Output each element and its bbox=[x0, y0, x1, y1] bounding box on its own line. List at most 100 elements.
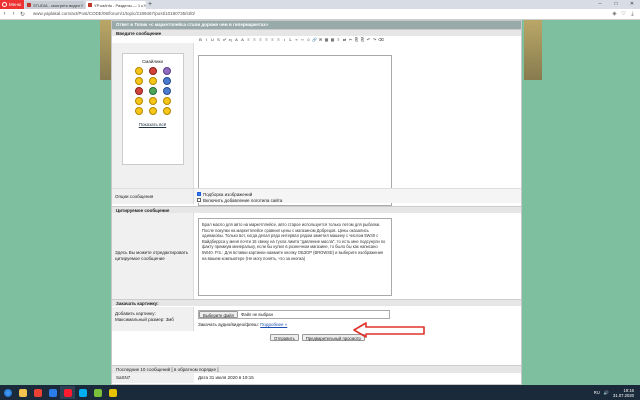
smiley-icon[interactable] bbox=[162, 77, 171, 85]
show-all-smilies-link[interactable]: Показать всё bbox=[139, 122, 166, 127]
taskbar-app-button[interactable] bbox=[105, 386, 120, 399]
url-field[interactable]: www.yaplakal.com/act/Post/CODE/06/forum/… bbox=[30, 10, 608, 18]
app-icon bbox=[93, 388, 102, 397]
smiley-icon[interactable] bbox=[148, 107, 157, 115]
taskbar-app-button[interactable] bbox=[90, 386, 105, 399]
editor-toolbar-button[interactable]: ↶ bbox=[366, 37, 371, 42]
reload-icon[interactable]: ↻ bbox=[18, 11, 27, 18]
editor-toolbar-button[interactable]: ☺ bbox=[306, 37, 311, 42]
editor-toolbar-button[interactable]: x² bbox=[222, 37, 227, 42]
editor-toolbar-button[interactable]: ⎘ bbox=[354, 37, 359, 42]
tab-favicon-icon bbox=[88, 3, 92, 7]
editor-toolbar-button[interactable]: ⎘ bbox=[360, 37, 365, 42]
menu-label: Меню bbox=[9, 2, 22, 7]
taskbar-app-button[interactable] bbox=[60, 386, 75, 399]
browser-tab-active[interactable]: YP.ua/info - Разделы — 1 с ✕ bbox=[86, 1, 146, 9]
editor-toolbar-button[interactable]: ⇄ bbox=[342, 37, 347, 42]
editor-toolbar-button[interactable]: ‹› bbox=[300, 37, 305, 42]
bookmark-heart-icon[interactable]: ♡ bbox=[620, 11, 627, 18]
editor-toolbar-button[interactable]: ⌫ bbox=[378, 37, 384, 42]
smiley-icon[interactable] bbox=[162, 67, 171, 75]
upload-media-more-link[interactable]: Подробнее » bbox=[260, 322, 287, 327]
editor-toolbar-button[interactable]: ▦ bbox=[330, 37, 335, 42]
editor-toolbar-button[interactable]: A bbox=[234, 37, 239, 42]
editor-toolbar-button[interactable]: B bbox=[198, 37, 203, 42]
submit-button[interactable]: Отправить bbox=[270, 334, 299, 341]
editor-toolbar-button[interactable]: ✉ bbox=[318, 37, 323, 42]
editor-toolbar-button[interactable]: S bbox=[216, 37, 221, 42]
smiley-icon[interactable] bbox=[162, 87, 171, 95]
smiley-icon[interactable] bbox=[134, 67, 143, 75]
smiley-icon[interactable] bbox=[148, 87, 157, 95]
editor-toolbar-button[interactable]: ≡ bbox=[246, 37, 251, 42]
volume-icon[interactable]: 🔊 bbox=[604, 390, 609, 396]
system-tray: RU 🔊 19:16 31.07.2020 bbox=[594, 388, 640, 398]
browser-menu-button[interactable]: Меню bbox=[0, 0, 24, 9]
editor-toolbar-button[interactable]: ≡ bbox=[264, 37, 269, 42]
editor-toolbar-button[interactable]: ≡ bbox=[270, 37, 275, 42]
recent-user[interactable]: SaSN7 bbox=[112, 373, 194, 383]
editor-toolbar-button[interactable]: ≡ bbox=[258, 37, 263, 42]
preview-button[interactable]: Предварительный просмотр bbox=[301, 334, 365, 341]
form-buttons: Отправить Предварительный просмотр bbox=[270, 334, 365, 341]
forward-icon[interactable]: › bbox=[9, 11, 18, 17]
new-tab-button[interactable]: + bbox=[146, 1, 154, 9]
options-row: Опции сообщения Подборка изображений Вкл… bbox=[112, 188, 521, 204]
editor-toolbar-button[interactable]: ▦ bbox=[324, 37, 329, 42]
checkbox-unchecked-icon[interactable] bbox=[197, 198, 201, 202]
taskbar: RU 🔊 19:16 31.07.2020 bbox=[0, 385, 640, 400]
smiley-icon[interactable] bbox=[162, 107, 171, 115]
smiley-icon[interactable] bbox=[148, 67, 157, 75]
clock[interactable]: 19:16 31.07.2020 bbox=[613, 388, 634, 398]
smilies-column: Смайлики Показать всё bbox=[112, 43, 194, 188]
browser-tab[interactable]: STUDIA - смотреть видео ✕ bbox=[25, 1, 85, 9]
taskbar-app-button[interactable] bbox=[45, 386, 60, 399]
file-input[interactable]: Выберите файл Файл не выбран bbox=[198, 310, 390, 319]
quote-textarea[interactable]: Брал масло для авто на маркетплейсе, авт… bbox=[198, 218, 392, 296]
smiley-icon[interactable] bbox=[134, 87, 143, 95]
editor-toolbar-button[interactable]: ≡ bbox=[252, 37, 257, 42]
smiley-icon[interactable] bbox=[134, 107, 143, 115]
editor-toolbar-button[interactable]: A bbox=[240, 37, 245, 42]
taskbar-app-button[interactable] bbox=[75, 386, 90, 399]
editor-toolbar-button[interactable]: x₂ bbox=[228, 37, 233, 42]
opera-logo-icon bbox=[2, 2, 7, 7]
close-window-button[interactable]: ✕ bbox=[624, 0, 640, 9]
language-indicator[interactable]: RU bbox=[594, 390, 600, 395]
message-textarea[interactable] bbox=[198, 55, 392, 206]
smiley-icon[interactable] bbox=[134, 97, 143, 105]
taskbar-app-button[interactable] bbox=[30, 386, 45, 399]
close-tab-icon[interactable]: ✕ bbox=[80, 3, 83, 8]
editor-toolbar-button[interactable]: • bbox=[282, 37, 287, 42]
editor-toolbar-button[interactable]: U bbox=[210, 37, 215, 42]
smiley-icon[interactable] bbox=[134, 77, 143, 85]
smiley-icon[interactable] bbox=[148, 97, 157, 105]
smiley-icon[interactable] bbox=[162, 97, 171, 105]
clock-date: 31.07.2020 bbox=[613, 392, 634, 398]
opera-icon bbox=[63, 388, 72, 397]
taskbar-app-button[interactable] bbox=[15, 386, 30, 399]
back-icon[interactable]: ‹ bbox=[0, 11, 9, 17]
smilies-title: Смайлики bbox=[142, 59, 163, 64]
editor-toolbar-button[interactable]: ≡ bbox=[276, 37, 281, 42]
editor-toolbar-button[interactable]: ≡ bbox=[336, 37, 341, 42]
editor-toolbar-button[interactable]: ✂ bbox=[348, 37, 353, 42]
download-icon[interactable]: ⤓ bbox=[629, 11, 636, 18]
shield-icon[interactable]: ◈ bbox=[611, 11, 618, 18]
editor-toolbar-button[interactable]: ↷ bbox=[372, 37, 377, 42]
no-file-text: Файл не выбран bbox=[241, 312, 273, 317]
option-site-logo[interactable]: Включить добавление логотипа сайта bbox=[197, 197, 518, 203]
maximize-button[interactable]: □ bbox=[608, 0, 624, 9]
address-bar: ‹ › ↻ www.yaplakal.com/act/Post/CODE/06/… bbox=[0, 9, 640, 20]
editor-toolbar-button[interactable]: 1. bbox=[288, 37, 293, 42]
editor-toolbar-button[interactable]: 🔗 bbox=[312, 37, 317, 42]
editor-toolbar-button[interactable]: I bbox=[204, 37, 209, 42]
editor-toolbar-button[interactable]: « bbox=[294, 37, 299, 42]
choose-file-button[interactable]: Выберите файл bbox=[199, 311, 239, 318]
minimize-button[interactable]: – bbox=[592, 0, 608, 9]
options-label: Опции сообщения bbox=[112, 189, 194, 204]
smiley-icon[interactable] bbox=[148, 77, 157, 85]
checkbox-checked-icon[interactable] bbox=[197, 192, 201, 196]
browser-tabbar: Меню STUDIA - смотреть видео ✕ YP.ua/inf… bbox=[0, 0, 640, 9]
start-button[interactable] bbox=[0, 385, 15, 400]
